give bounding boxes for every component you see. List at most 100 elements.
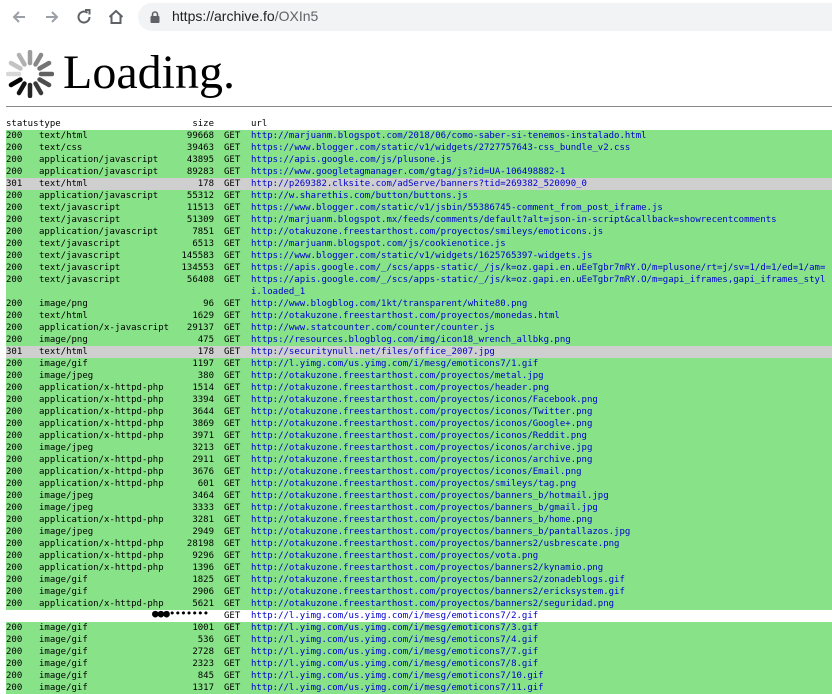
row-size: 3971 <box>192 431 214 441</box>
row-url-link[interactable]: http://otakuzone.freestarthost.com/proye… <box>251 598 832 610</box>
row-method: GET <box>224 479 241 489</box>
table-row: 200 application/javascript 89283 GET https:/… <box>6 166 832 178</box>
home-button[interactable] <box>103 4 129 30</box>
row-method: GET <box>224 167 241 177</box>
row-url-link[interactable]: http://securitynull.net/files/office_200… <box>251 346 832 358</box>
row-url-link[interactable]: https://www.googletagmanager.com/gtag/js… <box>251 166 832 178</box>
spinner-icon <box>6 50 54 98</box>
row-url-link[interactable]: http://www.statcounter.com/counter/count… <box>251 322 832 334</box>
row-url-link[interactable]: http://marjuanm.blogspot.com/2018/06/com… <box>251 130 832 142</box>
row-method: GET <box>224 587 241 597</box>
table-row: 200 image/jpeg 2949 GET http://otakuzone.fre… <box>6 526 832 538</box>
row-url-link[interactable]: https://www.blogger.com/static/v1/jsbin/… <box>251 202 832 214</box>
row-method: GET <box>224 503 241 513</box>
row-status: 200 <box>6 227 23 237</box>
row-url-link[interactable]: http://otakuzone.freestarthost.com/proye… <box>251 382 832 394</box>
url-host: https://archive.fo <box>172 8 275 24</box>
row-url-link[interactable]: http://l.yimg.com/us.yimg.com/i/mesg/emo… <box>251 622 832 634</box>
table-row: 200 application/x-httpd-php 2911 GET http://… <box>6 454 832 466</box>
row-url-link[interactable]: http://otakuzone.freestarthost.com/proye… <box>251 550 832 562</box>
row-url-link[interactable]: https://apis.google.com/_/scs/apps-stati… <box>251 262 832 274</box>
row-status: 200 <box>6 131 23 141</box>
table-row: GET http://l.yimg.com/us.yimg.com/i/mesg/… <box>6 610 832 622</box>
row-status: 301 <box>6 347 23 357</box>
table-row: 200 image/gif 2323 GET http://l.yimg.com/us.… <box>6 658 832 670</box>
row-url-link[interactable]: http://otakuzone.freestarthost.com/proye… <box>251 310 832 322</box>
row-url-link[interactable]: http://otakuzone.freestarthost.com/proye… <box>251 490 832 502</box>
row-url-link[interactable]: http://otakuzone.freestarthost.com/proye… <box>251 430 832 442</box>
row-url-link[interactable]: http://otakuzone.freestarthost.com/proye… <box>251 538 832 550</box>
row-url-link[interactable]: http://otakuzone.freestarthost.com/proye… <box>251 562 832 574</box>
forward-button[interactable] <box>39 4 65 30</box>
row-url-link[interactable]: http://marjuanm.blogspot.com/js/cookieno… <box>251 238 832 250</box>
row-url-link[interactable]: http://l.yimg.com/us.yimg.com/i/mesg/emo… <box>251 670 832 682</box>
requests-table: status type size url 200 text/html 99668 GE… <box>6 118 832 694</box>
row-method: GET <box>224 683 241 693</box>
row-url-link[interactable]: http://l.yimg.com/us.yimg.com/i/mesg/emo… <box>251 634 832 646</box>
row-status: 200 <box>6 395 23 405</box>
row-method: GET <box>224 491 241 501</box>
row-status: 200 <box>6 599 23 609</box>
row-size: 6513 <box>192 239 214 249</box>
row-url-link[interactable]: http://otakuzone.freestarthost.com/proye… <box>251 226 832 238</box>
row-url-link[interactable]: http://otakuzone.freestarthost.com/proye… <box>251 394 832 406</box>
row-size: 134553 <box>181 263 214 273</box>
row-size: 29137 <box>186 323 214 333</box>
row-url-link[interactable]: http://l.yimg.com/us.yimg.com/i/mesg/emo… <box>251 658 832 670</box>
table-row: 200 text/javascript 6513 GET http://marjuanm… <box>6 238 832 250</box>
row-url-link[interactable]: http://otakuzone.freestarthost.com/proye… <box>251 514 832 526</box>
row-url-link[interactable]: http://otakuzone.freestarthost.com/proye… <box>251 418 832 430</box>
url-path: /OXIn5 <box>274 8 319 24</box>
row-method: GET <box>224 371 241 381</box>
row-size: 11513 <box>186 203 214 213</box>
row-status: 200 <box>6 191 23 201</box>
row-url-link[interactable]: http://otakuzone.freestarthost.com/proye… <box>251 586 832 598</box>
row-url-link[interactable]: http://otakuzone.freestarthost.com/proye… <box>251 502 832 514</box>
row-size: 2911 <box>192 455 214 465</box>
row-url-link[interactable]: http://otakuzone.freestarthost.com/proye… <box>251 466 832 478</box>
row-status: 200 <box>6 491 23 501</box>
row-size: 475 <box>197 335 214 345</box>
row-size: 2323 <box>192 659 214 669</box>
row-url-link[interactable]: https://www.blogger.com/static/v1/widget… <box>251 142 832 154</box>
table-row: 200 application/x-httpd-php 3644 GET http://… <box>6 406 832 418</box>
row-url-link[interactable]: http://l.yimg.com/us.yimg.com/i/mesg/emo… <box>251 682 832 694</box>
row-url-link[interactable]: http://otakuzone.freestarthost.com/proye… <box>251 370 832 382</box>
table-row: 200 text/html 1629 GET http://otakuzone.free… <box>6 310 832 322</box>
table-row: 200 application/x-httpd-php 1514 GET http://… <box>6 382 832 394</box>
row-status: 200 <box>6 143 23 153</box>
table-row: 200 text/javascript 145583 GET https://www.b… <box>6 250 832 262</box>
row-url-link[interactable]: http://otakuzone.freestarthost.com/proye… <box>251 526 832 538</box>
row-url-link[interactable]: https://resources.blogblog.com/img/icon1… <box>251 334 832 346</box>
row-url-link[interactable]: http://otakuzone.freestarthost.com/proye… <box>251 478 832 490</box>
row-url-link[interactable]: http://l.yimg.com/us.yimg.com/i/mesg/emo… <box>251 610 832 622</box>
reload-button[interactable] <box>71 4 97 30</box>
row-method: GET <box>224 299 241 309</box>
row-url-link[interactable]: http://l.yimg.com/us.yimg.com/i/mesg/emo… <box>251 646 832 658</box>
row-url-link[interactable]: https://apis.google.com/_/scs/apps-stati… <box>251 274 832 298</box>
row-status: 200 <box>6 407 23 417</box>
row-url-link[interactable]: http://otakuzone.freestarthost.com/proye… <box>251 406 832 418</box>
row-url-link[interactable]: http://p269382.clksite.com/adServe/banne… <box>251 178 832 190</box>
row-url-link[interactable]: https://apis.google.com/js/plusone.js <box>251 154 832 166</box>
row-url-link[interactable]: http://www.blogblog.com/1kt/transparent/… <box>251 298 832 310</box>
table-row: 200 text/javascript 51309 GET http://marjuan… <box>6 214 832 226</box>
back-button[interactable] <box>6 4 32 30</box>
table-row: 200 application/javascript 55312 GET http://… <box>6 190 832 202</box>
row-url-link[interactable]: http://otakuzone.freestarthost.com/proye… <box>251 574 832 586</box>
row-url-link[interactable]: http://w.sharethis.com/button/buttons.js <box>251 190 832 202</box>
row-url-link[interactable]: http://marjuanm.blogspot.mx/feeds/commen… <box>251 214 832 226</box>
row-url-link[interactable]: http://otakuzone.freestarthost.com/proye… <box>251 454 832 466</box>
lock-icon <box>150 11 160 23</box>
row-status: 200 <box>6 683 23 693</box>
row-url-link[interactable]: http://l.yimg.com/us.yimg.com/i/mesg/emo… <box>251 358 832 370</box>
row-url-link[interactable]: https://www.blogger.com/static/v1/widget… <box>251 250 832 262</box>
row-size: 43895 <box>186 155 214 165</box>
row-size: 3676 <box>192 467 214 477</box>
row-method: GET <box>224 359 241 369</box>
row-url-link[interactable]: http://otakuzone.freestarthost.com/proye… <box>251 442 832 454</box>
row-method: GET <box>224 323 241 333</box>
table-row: 200 image/gif 845 GET http://l.yimg.com/us.y… <box>6 670 832 682</box>
table-row: 200 application/x-httpd-php 3971 GET http://… <box>6 430 832 442</box>
address-bar[interactable]: https://archive.fo/OXIn5 <box>138 3 832 31</box>
